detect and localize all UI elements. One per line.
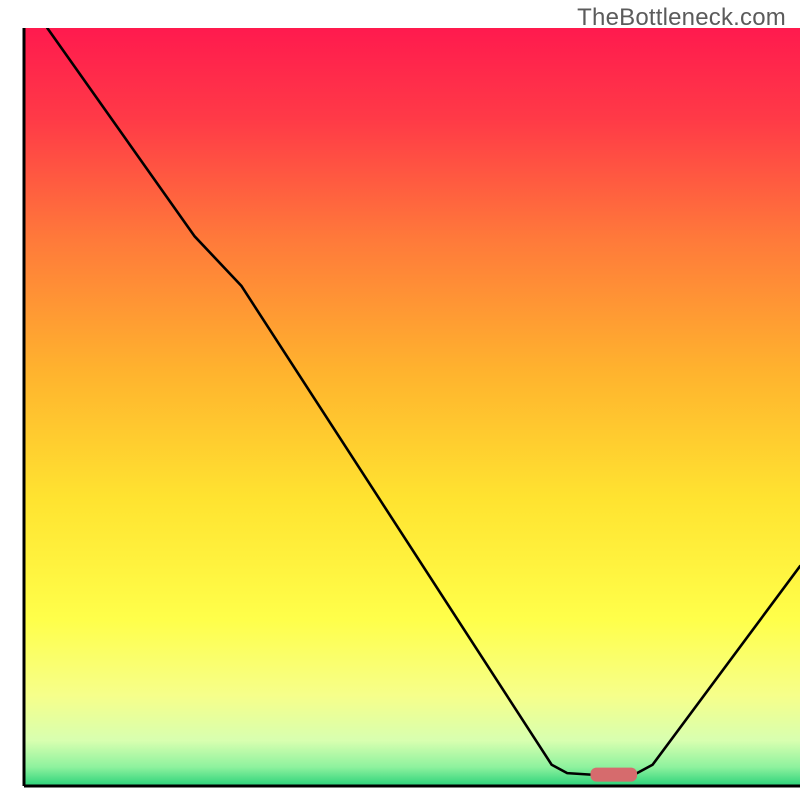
gradient-background xyxy=(24,28,800,786)
bottleneck-chart xyxy=(0,0,800,800)
chart-container: TheBottleneck.com xyxy=(0,0,800,800)
optimal-marker xyxy=(590,768,637,782)
watermark-text: TheBottleneck.com xyxy=(577,4,786,32)
